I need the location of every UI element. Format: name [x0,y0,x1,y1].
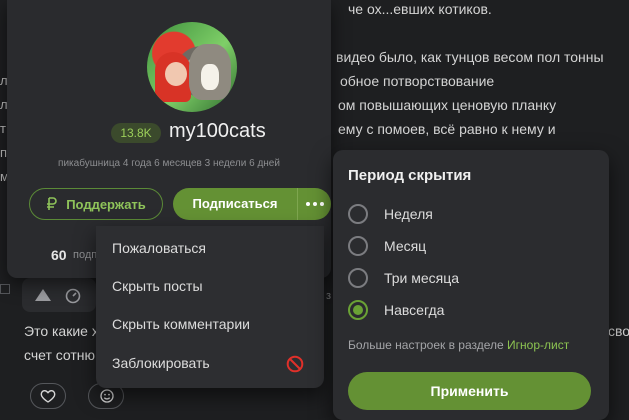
option-label: Месяц [384,238,427,254]
post-text-line: сво [608,323,629,339]
post-meta-fragment: з [326,290,332,302]
post-text-fragment: т [0,121,6,136]
ignore-list-link[interactable]: Игнор-лист [507,338,569,352]
username[interactable]: my100cats [169,120,266,143]
subscribe-button[interactable]: Подписаться [173,188,331,220]
apply-button[interactable]: Применить [348,372,591,410]
post-text-line: ом повышающих ценовую планку [338,97,557,113]
period-option-month[interactable]: Месяц [348,234,426,258]
more-settings-label: Больше настроек в разделе [348,338,508,352]
support-button[interactable]: Поддержать [29,188,163,220]
post-text-line: обное потворствование [340,73,495,89]
subscribers-label: подп [73,249,98,261]
subscribers-count: 60 [51,247,67,263]
profile-actions-menu: Пожаловаться Скрыть посты Скрыть коммент… [96,226,324,388]
block-icon [286,355,304,373]
period-option-week[interactable]: Неделя [348,202,433,226]
rating-badge: 13.8K [111,123,161,143]
menu-item-report[interactable]: Пожаловаться [112,240,206,256]
period-option-forever[interactable]: Навсегда [348,298,444,322]
option-label: Три месяца [384,270,460,286]
ruble-icon [47,197,57,210]
more-settings-text: Больше настроек в разделе Игнор-лист [348,338,569,352]
menu-item-block[interactable]: Заблокировать [112,355,210,371]
post-vote-bar [22,278,96,312]
post-text-fragment: п [0,145,8,160]
post-text-line: видео было, как тунцов весом пол тонны [336,49,604,65]
radio-button-selected[interactable] [348,300,368,320]
menu-item-hide-posts[interactable]: Скрыть посты [112,278,203,294]
more-dots-icon[interactable] [298,188,331,220]
like-button[interactable] [30,383,66,409]
menu-item-hide-comments[interactable]: Скрыть комментарии [112,316,250,332]
option-label: Навсегда [384,302,445,318]
avatar[interactable] [147,22,237,112]
period-option-three-months[interactable]: Три месяца [348,266,459,290]
post-text-line: счет сотню [24,347,96,363]
panel-title: Период скрытия [348,167,472,184]
hide-period-panel: Период скрытия Неделя Месяц Три месяца Н… [333,150,609,420]
heart-icon [40,389,56,403]
subscribe-label: Подписаться [192,196,278,211]
post-text-line: че ох...евших котиков. [348,1,492,17]
collapse-toggle[interactable] [0,284,10,294]
gauge-icon[interactable] [64,287,82,305]
option-label: Неделя [384,206,433,222]
radio-button[interactable] [348,268,368,288]
support-label: Поддержать [66,196,146,212]
arrow-up-icon[interactable] [34,288,52,302]
post-text-line: Это какие х [24,323,99,339]
radio-button[interactable] [348,236,368,256]
user-meta: пикабушница 4 года 6 месяцев 3 недели 6 … [58,158,280,169]
radio-button[interactable] [348,204,368,224]
smile-icon [100,389,114,403]
post-text-line: ему с помоев, всё равно к нему и [338,121,556,137]
